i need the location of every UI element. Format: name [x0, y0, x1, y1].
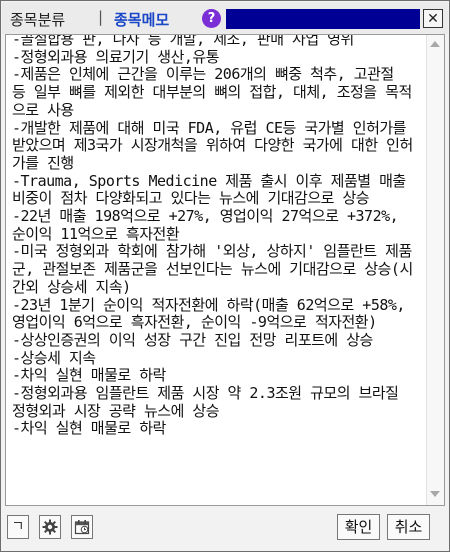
settings-button[interactable]	[39, 515, 61, 539]
cancel-button[interactable]: 취소	[387, 514, 430, 540]
tab-stock-category[interactable]: 종목분류	[10, 9, 65, 30]
gear-icon	[42, 519, 58, 535]
close-button[interactable]: ✕	[423, 9, 443, 28]
chevron-down-icon[interactable]	[430, 491, 440, 497]
chevron-up-icon[interactable]	[430, 41, 440, 47]
tab-separator: |	[98, 8, 104, 26]
stock-memo-window: 종목분류 | 종목메모 ? ✕ -골절합용 판, 나사 등 개발, 제조, 판매…	[0, 0, 450, 552]
confirm-button[interactable]: 확인	[337, 514, 380, 540]
vertical-scrollbar[interactable]	[426, 35, 444, 505]
help-icon[interactable]: ?	[202, 9, 221, 28]
memo-textarea[interactable]: -골절합용 판, 나사 등 개발, 제조, 판매 사업 영위 -정형외과용 의료…	[5, 34, 445, 506]
hangul-input-button[interactable]: ㄱ	[7, 515, 29, 539]
bottom-toolbar: ㄱ 확인 취소	[2, 508, 448, 550]
calendar-icon	[74, 520, 90, 535]
close-icon: ✕	[427, 11, 439, 27]
title-bar: 종목분류 | 종목메모 ? ✕	[2, 2, 448, 34]
highlight-bar	[226, 9, 420, 29]
memo-content[interactable]: -골절합용 판, 나사 등 개발, 제조, 판매 사업 영위 -정형외과용 의료…	[12, 35, 414, 438]
tab-stock-memo[interactable]: 종목메모	[114, 9, 169, 30]
calendar-button[interactable]	[71, 515, 93, 539]
